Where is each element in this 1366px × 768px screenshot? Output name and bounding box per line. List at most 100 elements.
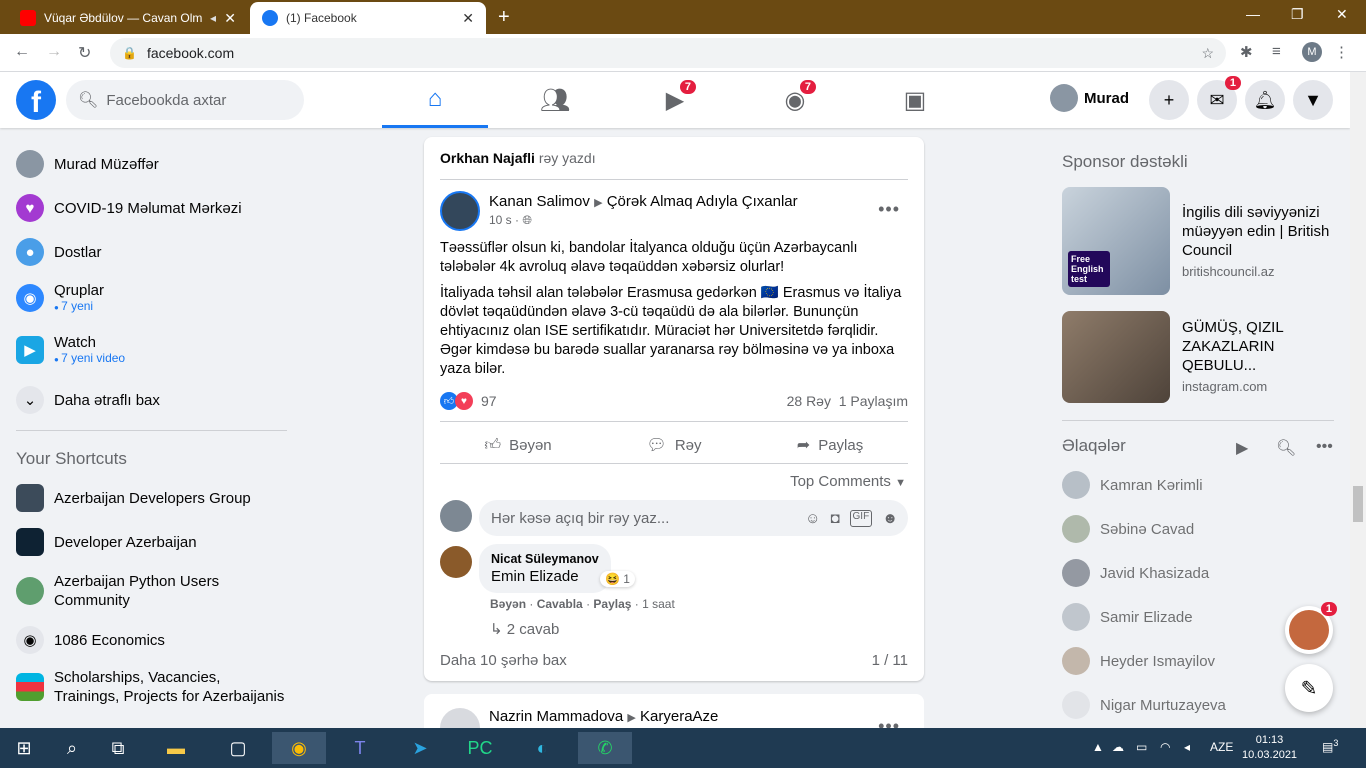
tab-home[interactable]: ⌂ xyxy=(382,72,488,128)
language-indicator[interactable]: AZE xyxy=(1210,740,1233,754)
extensions-icon[interactable]: ✱ xyxy=(1240,43,1253,61)
scrollbar-thumb[interactable] xyxy=(1353,486,1363,522)
commenter-name[interactable]: Nicat Süleymanov xyxy=(491,552,599,566)
teams-icon[interactable]: T xyxy=(340,732,380,764)
profile-link[interactable]: Murad xyxy=(1050,84,1129,112)
camera-icon[interactable]: ◘ xyxy=(830,510,839,527)
tab-gaming[interactable]: ▣ xyxy=(862,72,968,128)
contact-item[interactable]: Səbinə Cavad xyxy=(1062,515,1194,543)
shortcut-item[interactable]: Developer Azerbaijan xyxy=(16,528,197,556)
contact-item[interactable]: Samir Elizade xyxy=(1062,603,1193,631)
reaction-summary[interactable]: 👍︎ ♥ 97 xyxy=(440,392,497,410)
search-icon[interactable]: 🔍︎ xyxy=(1276,438,1296,458)
shortcut-item[interactable]: Azerbaijan Developers Group xyxy=(16,484,251,512)
share-count[interactable]: 1 Paylaşım xyxy=(839,393,908,409)
contact-item[interactable]: Javid Khasizada xyxy=(1062,559,1209,587)
create-button[interactable]: + xyxy=(1149,80,1189,120)
windows-start-icon[interactable]: ⊞ xyxy=(4,732,44,764)
battery-icon[interactable]: ▭ xyxy=(1136,740,1147,754)
sidebar-item-see-more[interactable]: ⌄ Daha ətraflı bax xyxy=(16,386,160,414)
search-icon[interactable]: ⌕ xyxy=(52,732,92,764)
comment-count[interactable]: 28 Rəy xyxy=(787,393,831,409)
sidebar-item-profile[interactable]: Murad Müzəffər xyxy=(16,150,159,178)
author-avatar[interactable] xyxy=(440,191,480,231)
sticker-icon[interactable]: ☻ xyxy=(882,510,898,527)
commenter-avatar[interactable] xyxy=(440,546,472,578)
shortcut-item[interactable]: Scholarships, Vacancies, Trainings, Proj… xyxy=(16,668,288,706)
browser-tab-youtube[interactable]: Vüqar Əbdülov — Cavan Olm ◂ ✕ xyxy=(8,2,248,34)
tab-groups[interactable]: ◉ 7 xyxy=(742,72,848,128)
options-icon[interactable]: ••• xyxy=(1316,438,1333,456)
page-scrollbar[interactable] xyxy=(1350,72,1366,728)
tray-expand-icon[interactable]: ▲ xyxy=(1092,740,1104,754)
task-view-icon[interactable]: ⧉ xyxy=(98,732,138,764)
volume-icon[interactable]: ◂ xyxy=(1184,740,1190,754)
contact-item[interactable]: Kamran Kərimli xyxy=(1062,471,1203,499)
sidebar-item-friends[interactable]: ● Dostlar xyxy=(16,238,102,266)
view-replies-link[interactable]: ↳ 2 cavab xyxy=(490,620,559,638)
post-timestamp[interactable]: 10 s xyxy=(489,213,512,227)
comment-time[interactable]: 1 saat xyxy=(642,597,675,611)
clock[interactable]: 01:13 10.03.2021 xyxy=(1242,733,1297,763)
url-field[interactable]: 🔒 facebook.com ☆ xyxy=(110,38,1226,68)
facebook-logo[interactable]: f xyxy=(16,80,56,120)
close-tab-icon[interactable]: ✕ xyxy=(224,10,236,27)
post-options-icon[interactable]: ••• xyxy=(878,199,900,220)
comment-button[interactable]: 💬︎ Rəy xyxy=(596,426,752,464)
wifi-icon[interactable]: ◠ xyxy=(1160,740,1170,754)
comment-sort-dropdown[interactable]: Top Comments ▼ xyxy=(790,473,906,490)
tab-friends[interactable]: 👥︎ xyxy=(502,72,608,128)
pycharm-icon[interactable]: PC xyxy=(460,732,500,764)
comment-reaction-badge[interactable]: 😆 1 xyxy=(600,571,635,587)
telegram-icon[interactable]: ➤ xyxy=(400,732,440,764)
comment-input[interactable]: Hər kəsə açıq bir rəy yaz... ☺ ◘ GIF ☻ xyxy=(479,500,908,536)
restore-icon[interactable]: ❐ xyxy=(1291,6,1304,23)
group-name[interactable]: Çörək Almaq Adıyla Çıxanlar xyxy=(607,193,798,210)
file-explorer-icon[interactable]: ▬ xyxy=(156,732,196,764)
close-tab-icon[interactable]: ✕ xyxy=(462,10,474,27)
view-more-comments-link[interactable]: Daha 10 şərhə bax xyxy=(440,652,567,669)
share-button[interactable]: ➦ Paylaş xyxy=(752,426,908,464)
author-name[interactable]: Kanan Salimov xyxy=(489,193,590,210)
close-window-icon[interactable]: ✕ xyxy=(1336,6,1348,23)
forward-icon[interactable]: → xyxy=(46,43,62,61)
menu-kebab-icon[interactable]: ⋮ xyxy=(1334,43,1349,61)
tab-watch[interactable]: ▶ 7 xyxy=(622,72,728,128)
shortcut-item[interactable]: Azerbaijan Python Users Community xyxy=(16,572,276,610)
ad-item[interactable]: GÜMÜŞ, QIZIL ZAKAZLARIN QEBULU... instag… xyxy=(1062,311,1332,403)
gif-icon[interactable]: GIF xyxy=(849,509,873,527)
notifications-button[interactable]: 🔔︎ xyxy=(1245,80,1285,120)
comment-reply-link[interactable]: Cavabla xyxy=(537,597,583,611)
speaker-icon[interactable]: ◂ xyxy=(210,11,216,25)
contact-item[interactable]: Heyder Ismayilov xyxy=(1062,647,1215,675)
media-queue-icon[interactable]: ≡ xyxy=(1272,43,1281,60)
minimize-icon[interactable]: — xyxy=(1246,6,1260,22)
chat-head-button[interactable]: 1 xyxy=(1285,602,1337,654)
sidebar-item-watch[interactable]: ▶ Watch 7 yeni video xyxy=(16,334,125,365)
browser-profile-avatar[interactable]: M xyxy=(1302,42,1322,62)
messenger-button[interactable]: ✉ 1 xyxy=(1197,76,1241,120)
cloud-icon[interactable]: ☁ xyxy=(1112,740,1124,754)
new-tab-icon[interactable]: + xyxy=(498,6,510,29)
sidebar-item-groups[interactable]: ◉ Qruplar 7 yeni xyxy=(16,282,104,313)
search-input[interactable]: 🔍︎ Facebookda axtar xyxy=(66,80,304,120)
context-name[interactable]: Orkhan Najafli xyxy=(440,150,535,166)
bookmark-star-icon[interactable]: ☆ xyxy=(1201,45,1214,62)
back-icon[interactable]: ← xyxy=(14,43,30,61)
emoji-icon[interactable]: ☺ xyxy=(805,510,820,527)
new-room-icon[interactable]: ▶ xyxy=(1236,438,1248,458)
sidebar-item-covid[interactable]: ♥ COVID-19 Məlumat Mərkəzi xyxy=(16,194,242,222)
shortcut-item[interactable]: ◉ 1086 Economics xyxy=(16,626,165,654)
comment-like-link[interactable]: Bəyən xyxy=(490,597,526,611)
notification-center-icon[interactable]: ▤3 xyxy=(1322,738,1338,754)
author-name[interactable]: Nazrin Mammadova xyxy=(489,708,623,725)
like-button[interactable]: 👍︎ Bəyən xyxy=(440,426,596,464)
app-icon[interactable]: ▢ xyxy=(218,732,258,764)
contact-item[interactable]: Nigar Murtuzayeva xyxy=(1062,691,1226,719)
browser-tab-facebook[interactable]: (1) Facebook ✕ xyxy=(250,2,486,34)
ad-item[interactable]: Free English test İngilis dili səviyyəni… xyxy=(1062,187,1332,295)
comment-share-link[interactable]: Paylaş xyxy=(593,597,631,611)
chrome-icon[interactable]: ◉ xyxy=(272,732,326,764)
whatsapp-icon[interactable]: ✆ xyxy=(578,732,632,764)
account-menu-button[interactable]: ▼ xyxy=(1293,80,1333,120)
